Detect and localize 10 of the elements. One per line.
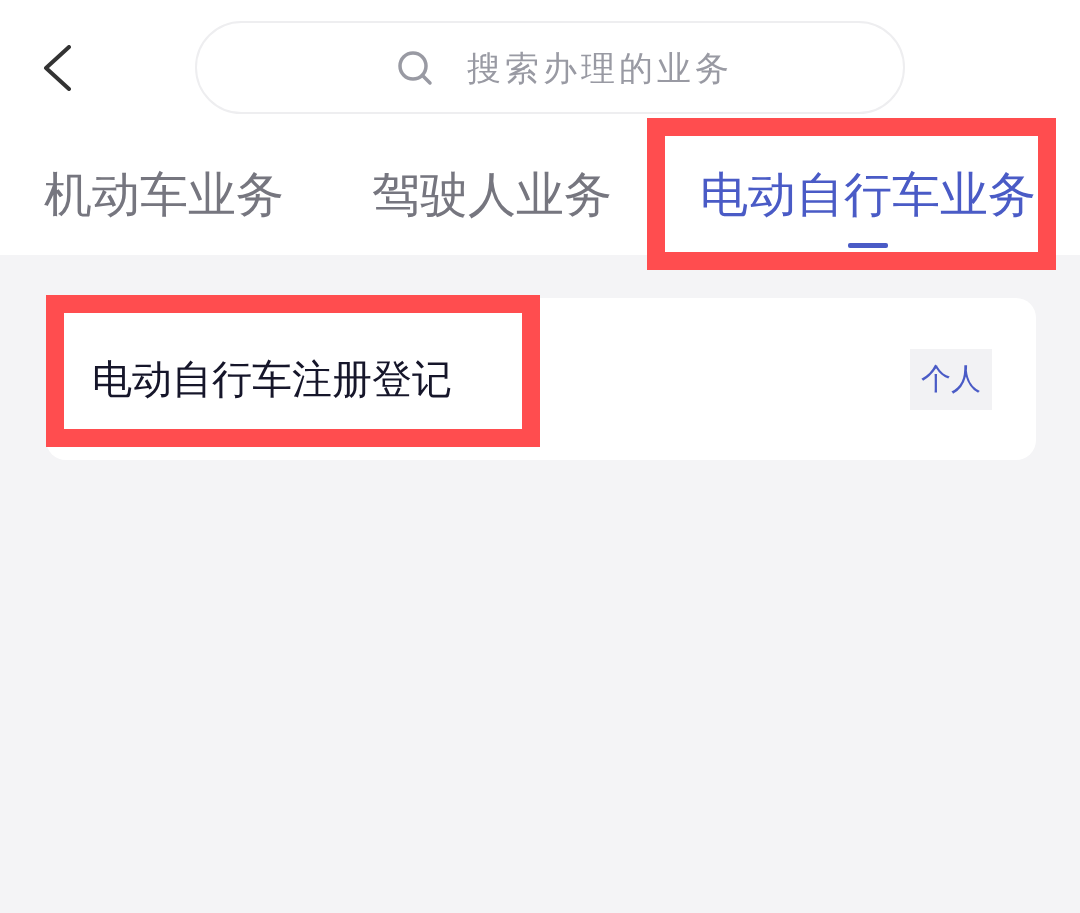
tab-underline	[848, 242, 888, 248]
category-tag: 个人	[910, 348, 992, 410]
service-name: 电动自行车注册登记	[92, 354, 452, 404]
chevron-left-icon	[42, 44, 72, 91]
category-tab[interactable]: 驾驶人业务	[372, 166, 612, 224]
service-item[interactable]: 电动自行车注册登记 个人	[46, 298, 1036, 460]
search-field[interactable]: 搜索办理的业务	[195, 21, 905, 114]
category-tab[interactable]: 电动自行车业务	[700, 166, 1036, 224]
category-tab[interactable]: 机动车业务	[44, 166, 284, 224]
search-icon	[397, 50, 433, 86]
